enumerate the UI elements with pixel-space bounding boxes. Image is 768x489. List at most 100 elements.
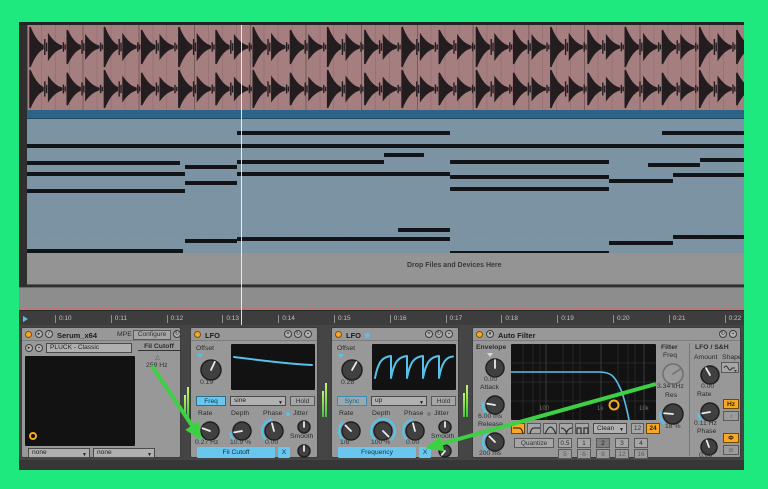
quantize-value-button[interactable]: 6: [577, 449, 591, 459]
filter-type-morph-button[interactable]: [575, 423, 589, 434]
lfo-shape-dropdown[interactable]: [721, 362, 739, 373]
mod-source-dropdown-1[interactable]: none▼: [28, 448, 90, 458]
wrench-icon[interactable]: /: [45, 330, 53, 338]
lfo1-waveform-display[interactable]: [231, 344, 315, 390]
slope-24-button[interactable]: 24: [646, 423, 660, 434]
device-on-led[interactable]: [194, 331, 201, 338]
xy-pad-handle[interactable]: [29, 432, 37, 440]
rate-hz-button[interactable]: Hz: [723, 399, 739, 409]
wave-dropdown[interactable]: up▼: [371, 396, 427, 406]
drop-track-area[interactable]: Drop Files and Devices Here: [27, 253, 744, 285]
sync-mode-button[interactable]: Sync: [337, 396, 367, 406]
mod-source-dropdown-2[interactable]: none▼: [93, 448, 155, 458]
macro-slider-handle[interactable]: △: [155, 354, 160, 361]
filter-type-bandpass-button[interactable]: [543, 423, 557, 434]
macro-value[interactable]: 259 Hz: [146, 362, 168, 369]
rate-value[interactable]: 1/8: [340, 439, 349, 446]
depth-value[interactable]: 10.9 %: [230, 439, 251, 446]
ableton-window: Drop Files and Devices Here 0:100:110:12…: [19, 22, 744, 467]
time-label: 0:21: [669, 315, 686, 323]
rate-value[interactable]: 0.27 Hz: [195, 439, 218, 446]
midi-note: [27, 172, 185, 176]
unfold-plugin-icon[interactable]: ↻: [173, 330, 181, 338]
serum-xy-pad[interactable]: [25, 356, 135, 446]
midi-note: [237, 131, 450, 135]
mapped-parameter-button[interactable]: Fil Cutoff: [197, 447, 275, 458]
phase-label: Phase: [263, 410, 282, 417]
attack-value[interactable]: 6.00 ms: [478, 413, 502, 420]
time-ruler[interactable]: 0:100:110:120:130:140:150:160:170:180:19…: [19, 310, 744, 325]
quantize-value-button[interactable]: 12: [615, 449, 629, 459]
hold-button[interactable]: Hold: [290, 396, 315, 406]
circuit-dropdown[interactable]: Clean▼: [593, 423, 627, 434]
hotswap-icon[interactable]: ▸: [25, 344, 33, 352]
quantize-value-button[interactable]: 1: [577, 438, 591, 448]
lfo-rate-label: Rate: [697, 391, 711, 398]
lfo-phase-label: Phase: [697, 428, 716, 435]
autofilter-titlebar[interactable]: ▾ Auto Filter ↻ ▪: [473, 328, 740, 341]
quantize-value-button[interactable]: 8: [596, 449, 610, 459]
map-mode-icon[interactable]: =: [425, 330, 433, 338]
quantize-value-button[interactable]: 0.5: [558, 438, 572, 448]
quantize-value-button[interactable]: 3: [615, 438, 629, 448]
lfo1-titlebar[interactable]: LFO = ↻ ▪: [191, 328, 317, 341]
midi-clip-titlebar[interactable]: [27, 110, 744, 119]
filter-type-highpass-button[interactable]: [527, 423, 541, 434]
filter-label: Filter: [661, 344, 678, 351]
lfo-rate-value[interactable]: 0.11 Hz: [694, 420, 717, 427]
device-on-led[interactable]: [476, 331, 483, 338]
offset-value[interactable]: 0.19: [200, 379, 213, 386]
save-icon[interactable]: ▪: [304, 330, 312, 338]
save-icon[interactable]: ▪: [445, 330, 453, 338]
quantize-value-button[interactable]: 16: [634, 449, 648, 459]
quantize-value-button[interactable]: 5: [558, 449, 572, 459]
screenshot-stage: Drop Files and Devices Here 0:100:110:12…: [0, 0, 768, 489]
quantize-value-button[interactable]: 4: [634, 438, 648, 448]
filter-type-notch-button[interactable]: [559, 423, 573, 434]
automation-lane[interactable]: [19, 287, 744, 310]
preview-icon[interactable]: ▸: [35, 330, 43, 338]
unmap-button[interactable]: X: [419, 447, 431, 458]
fold-device-icon[interactable]: ▾: [486, 330, 494, 338]
map-mode-icon[interactable]: =: [284, 330, 292, 338]
unmap-button[interactable]: X: [278, 447, 290, 458]
hotswap-icon[interactable]: ↻: [719, 330, 727, 338]
phase-mode-button[interactable]: Φ: [723, 433, 739, 443]
lfo2-titlebar[interactable]: LFO = ↻ ▪: [332, 328, 458, 341]
lfo2-waveform-display[interactable]: [372, 344, 456, 390]
slope-12-button[interactable]: 12: [631, 423, 644, 434]
save-preset-icon[interactable]: ▪: [35, 344, 43, 352]
serum-titlebar[interactable]: ▸ / Serum_x64 MPE Configure ↻: [22, 328, 180, 341]
quantize-value-button[interactable]: 2: [596, 438, 610, 448]
device-on-led[interactable]: [335, 331, 342, 338]
lfo-phase-value[interactable]: 0.00°: [699, 452, 715, 459]
phase-value[interactable]: 0.00: [265, 439, 278, 446]
save-icon[interactable]: ▪: [729, 330, 737, 338]
amount-value[interactable]: 0.00: [701, 383, 714, 390]
playhead[interactable]: [241, 25, 242, 325]
depth-value[interactable]: 100 %: [371, 439, 390, 446]
rate-label: Rate: [198, 410, 212, 417]
env-amount-value[interactable]: 0.00: [484, 376, 497, 383]
mapped-parameter-button[interactable]: Frequency: [338, 447, 416, 458]
hold-button[interactable]: Hold: [431, 396, 456, 406]
phase-value[interactable]: 0.00: [406, 439, 419, 446]
phase-mod-dot: [286, 412, 290, 416]
hotswap-icon[interactable]: ↻: [294, 330, 302, 338]
filter-type-lowpass-button[interactable]: [511, 423, 525, 434]
freq-value[interactable]: 3.34 kHz: [657, 383, 684, 390]
wave-dropdown[interactable]: sine▼: [230, 396, 286, 406]
rate-sync-button[interactable]: ♪: [723, 411, 739, 421]
hotswap-icon[interactable]: ↻: [435, 330, 443, 338]
midi-note: [185, 239, 237, 243]
spin-mode-button[interactable]: ⊘: [723, 445, 739, 455]
device-on-led[interactable]: [25, 331, 32, 338]
filter-display[interactable]: 1001k10k: [511, 344, 656, 420]
mapping-active-dot: [365, 333, 370, 338]
configure-button[interactable]: Configure: [133, 330, 171, 340]
res-value[interactable]: 18 %: [665, 423, 681, 430]
audio-clip-drums[interactable]: [27, 25, 744, 110]
freq-mode-button[interactable]: Freq: [196, 396, 226, 406]
preset-name-field[interactable]: PLUCK - Classic: [46, 343, 132, 353]
offset-value[interactable]: 0.28: [341, 379, 354, 386]
